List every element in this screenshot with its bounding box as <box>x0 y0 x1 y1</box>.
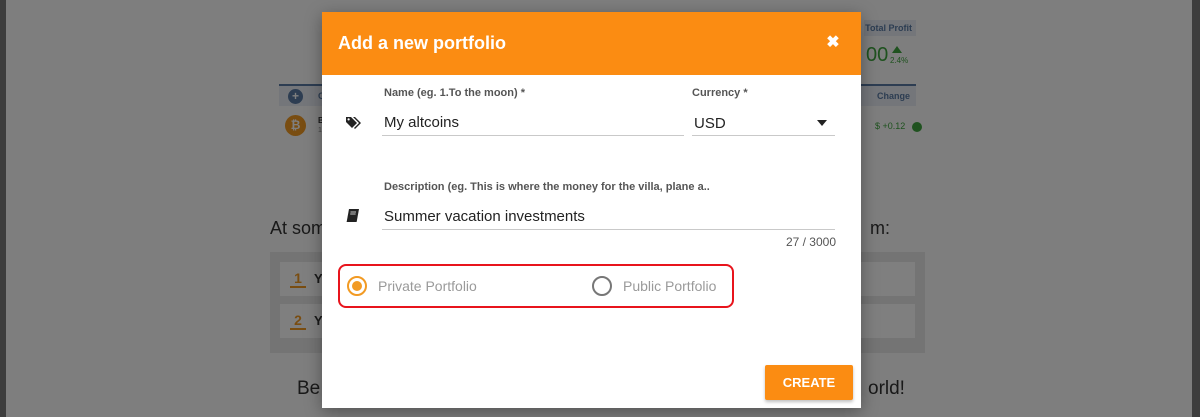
character-counter: 27 / 3000 <box>785 235 836 249</box>
private-portfolio-label: Private Portfolio <box>378 278 477 294</box>
add-portfolio-dialog: Add a new portfolio ✖ Name (eg. 1.To the… <box>322 12 861 408</box>
create-button[interactable]: CREATE <box>765 365 853 400</box>
name-label: Name (eg. 1.To the moon) * <box>384 87 525 99</box>
currency-selected-value: USD <box>694 115 726 132</box>
dialog-title: Add a new portfolio <box>338 33 506 53</box>
caret-down-icon <box>817 120 827 126</box>
currency-select[interactable]: USD <box>692 110 835 136</box>
description-label: Description (eg. This is where the money… <box>384 181 710 193</box>
close-icon[interactable]: ✖ <box>824 33 842 53</box>
dialog-header: Add a new portfolio ✖ <box>322 12 861 75</box>
tags-icon <box>346 117 361 129</box>
book-icon <box>346 209 359 222</box>
portfolio-name-input[interactable] <box>382 110 684 136</box>
radio-unchecked-icon <box>592 276 612 296</box>
radio-checked-icon <box>347 276 367 296</box>
public-portfolio-label: Public Portfolio <box>623 278 717 294</box>
currency-label: Currency * <box>692 87 748 99</box>
public-portfolio-radio[interactable]: Public Portfolio <box>592 275 732 297</box>
description-input[interactable] <box>382 203 835 230</box>
private-portfolio-radio[interactable]: Private Portfolio <box>347 275 517 297</box>
